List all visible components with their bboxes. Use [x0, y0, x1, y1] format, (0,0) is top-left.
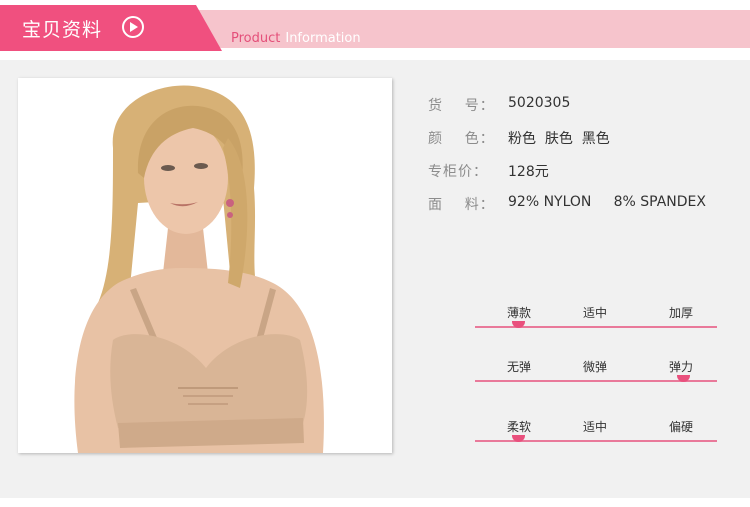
spec-label: 专柜价：	[428, 164, 488, 180]
scale-label-right: 偏硬	[668, 420, 693, 434]
spec-value: 128元	[508, 164, 549, 180]
spec-value: 5020305	[508, 95, 571, 111]
softness-scale: 柔软 适中 偏硬	[475, 418, 717, 448]
scale-label-middle: 适中	[582, 306, 607, 320]
header-subtitle-word2: Information	[285, 31, 361, 46]
scale-label-right: 弹力	[668, 360, 693, 374]
scale-label-left: 无弹	[506, 360, 531, 374]
model-illustration	[74, 85, 324, 453]
header-subtitle-word1: Product	[231, 31, 281, 46]
scale-label-left: 薄款	[506, 306, 531, 320]
scale-label-right: 加厚	[668, 306, 693, 320]
spec-value: 92% NYLON 8% SPANDEX	[508, 194, 706, 210]
header-subtitle: Product Information	[231, 31, 361, 46]
scale-line	[475, 326, 717, 328]
scale-label-middle: 微弹	[582, 360, 607, 374]
header-title: 宝贝资料	[22, 19, 103, 41]
product-info-panel: 货 号： 5020305 颜 色： 粉色 肤色 黑色 专柜价： 128元 面 料…	[0, 60, 750, 498]
product-photo	[18, 78, 392, 453]
spec-label: 面 料：	[428, 197, 495, 213]
scale-label-left: 柔软	[506, 420, 531, 434]
scale-label-middle: 适中	[582, 420, 607, 434]
elasticity-scale: 无弹 微弹 弹力	[475, 358, 717, 388]
header: 宝贝资料 Product Information	[0, 0, 750, 52]
spec-label: 货 号：	[428, 98, 495, 114]
play-circle-icon[interactable]	[122, 16, 144, 38]
spec-label: 颜 色：	[428, 131, 495, 147]
spec-value: 粉色 肤色 黑色	[508, 131, 610, 147]
scale-line	[475, 440, 717, 442]
thickness-scale: 薄款 适中 加厚	[475, 304, 717, 334]
